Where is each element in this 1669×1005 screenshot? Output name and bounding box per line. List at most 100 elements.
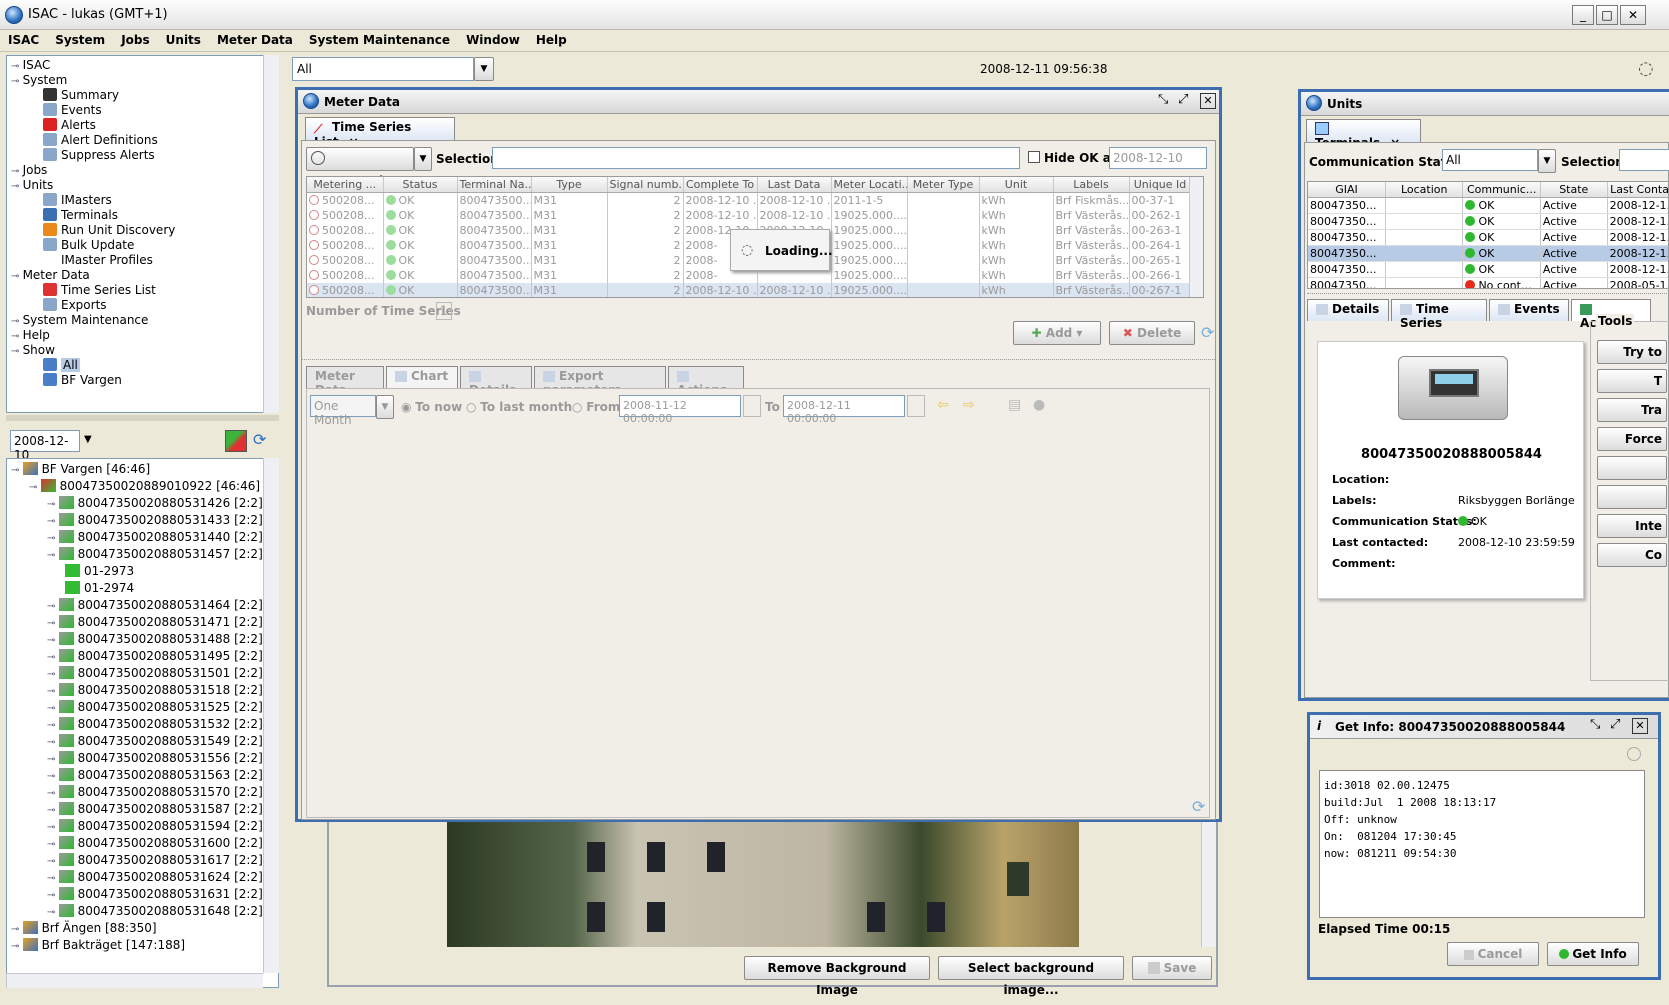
select-background-button[interactable]: Select background image... (938, 956, 1124, 997)
tree-toggle-icon[interactable]: ⊸ (47, 720, 59, 731)
tree-toggle-icon[interactable]: ⊸ (47, 771, 59, 782)
table-row[interactable]: 500208... OK 800473500... M31 2 2008-12-10 ..… (307, 192, 1192, 208)
tree-toggle-icon[interactable]: ⊸ (11, 346, 23, 357)
menu-system-maintenance[interactable]: System Maintenance (301, 30, 458, 47)
chevron-down-icon[interactable]: ▼ (1538, 149, 1556, 173)
menu-window[interactable]: Window (458, 30, 528, 47)
nav-item[interactable]: Alerts (43, 117, 96, 133)
tool-button[interactable]: Try to (1597, 340, 1667, 364)
comm-status-select[interactable]: All (1442, 149, 1538, 171)
tree-node[interactable]: ⊸ 80047350020880531495 [2:2] (47, 648, 263, 664)
nav-item[interactable]: IMaster Profiles (43, 252, 153, 268)
menu-jobs[interactable]: Jobs (113, 30, 157, 47)
nav-item[interactable]: Suppress Alerts (43, 147, 155, 163)
save-button[interactable]: Save (1132, 956, 1212, 980)
table-row[interactable]: 80047350... No cont...Active2008-05-1... (1308, 277, 1668, 288)
units-titlebar[interactable]: Units (1301, 92, 1669, 116)
tree-toggle-icon[interactable]: ⊸ (47, 822, 59, 833)
column-header[interactable]: Location (1385, 182, 1464, 198)
remove-background-button[interactable]: Remove Background Image (744, 956, 930, 997)
hide-ok-date[interactable]: 2008-12-10 (1109, 147, 1207, 169)
tree-toggle-icon[interactable]: ⊸ (47, 516, 59, 527)
nav-item[interactable]: ⊸ Help (11, 327, 50, 343)
tree-node[interactable]: ⊸ 80047350020880531631 [2:2] (47, 886, 263, 902)
column-header[interactable]: Signal numb... (607, 177, 684, 193)
tree-node[interactable]: ⊸ 80047350020880531525 [2:2] (47, 699, 263, 715)
image-scrollbar[interactable] (1201, 822, 1216, 947)
refresh-icon[interactable]: ⟳ (1192, 797, 1205, 816)
chevron-down-icon[interactable]: ▼ (376, 395, 394, 419)
close-icon[interactable]: ✕ (1632, 718, 1648, 734)
nav-item[interactable]: Time Series List (43, 282, 156, 298)
delete-button[interactable]: ✖ Delete (1109, 321, 1195, 345)
table-row[interactable]: 80047350... OKActive2008-12-1... (1308, 197, 1668, 214)
tree-toggle-icon[interactable]: ⊸ (47, 788, 59, 799)
tree-node[interactable]: ⊸ 80047350020880531501 [2:2] (47, 665, 263, 681)
arrow-right-icon[interactable]: ⇨ (963, 397, 975, 413)
tree-toggle-icon[interactable]: ⊸ (47, 907, 59, 918)
selection-input[interactable] (492, 147, 1020, 169)
column-header[interactable]: Last Conta... (1607, 182, 1668, 198)
tree-toggle-icon[interactable]: ⊸ (29, 482, 41, 493)
column-header[interactable]: Meter Locati... (831, 177, 908, 193)
view-filter-select[interactable]: All (292, 57, 474, 81)
tree-toggle-icon[interactable]: ⊸ (47, 873, 59, 884)
column-header[interactable]: Communic... (1462, 182, 1541, 198)
tool-button[interactable] (1597, 456, 1667, 480)
menu-units[interactable]: Units (158, 30, 209, 47)
nav-item[interactable]: Alert Definitions (43, 132, 158, 148)
tree-toggle-icon[interactable]: ⊸ (47, 635, 59, 646)
column-header[interactable]: Status (383, 177, 458, 193)
tree-node[interactable]: ⊸ 80047350020880531624 [2:2] (47, 869, 263, 885)
close-button[interactable]: ✕ (1620, 5, 1646, 25)
tree-node[interactable]: ⊸ 80047350020880531518 [2:2] (47, 682, 263, 698)
minimize-icon[interactable]: ⤡ (1590, 717, 1600, 732)
add-button[interactable]: ✚ Add ▾ (1013, 321, 1101, 345)
nav-item[interactable]: Terminals (43, 207, 118, 223)
units-selection-input[interactable] (1619, 149, 1669, 171)
tree-toggle-icon[interactable]: ⊸ (47, 805, 59, 816)
table-row[interactable]: 80047350... OKActive2008-12-1... (1308, 261, 1668, 278)
tool-button[interactable]: Force (1597, 427, 1667, 451)
tree-toggle-icon[interactable]: ⊸ (11, 924, 23, 935)
tree-toggle-icon[interactable]: ⊸ (47, 499, 59, 510)
tree-toggle-icon[interactable]: ⊸ (11, 61, 23, 72)
table-row[interactable]: 500208... OK 800473500... M31 2 2008-12-10 ..… (307, 283, 1192, 297)
chevron-down-icon[interactable]: ▼ (84, 434, 92, 445)
maximize-icon[interactable]: ⤢ (1610, 717, 1620, 732)
minimize-button[interactable]: _ (1572, 5, 1594, 25)
nav-item[interactable]: BF Vargen (43, 372, 122, 388)
menu-meter-data[interactable]: Meter Data (209, 30, 301, 47)
table-row[interactable]: 80047350... OKActive2008-12-1... (1308, 245, 1668, 262)
tree-toggle-icon[interactable]: ⊸ (11, 181, 23, 192)
tree-toggle-icon[interactable]: ⊸ (47, 652, 59, 663)
nav-item[interactable]: ⊸ Jobs (11, 162, 47, 178)
tree-toggle-icon[interactable]: ⊸ (47, 550, 59, 561)
nav-item[interactable]: Run Unit Discovery (43, 222, 175, 238)
tree-toggle-icon[interactable]: ⊸ (11, 316, 23, 327)
menu-help[interactable]: Help (528, 30, 575, 47)
tree-scrollbar[interactable] (263, 458, 279, 973)
tab-time-series[interactable]: Time Series (1391, 299, 1487, 330)
tool-button[interactable]: Inte (1597, 514, 1667, 538)
tree-toggle-icon[interactable]: ⊸ (47, 737, 59, 748)
tab-details[interactable]: Details (460, 366, 532, 397)
tree-toggle-icon[interactable]: ⊸ (47, 890, 59, 901)
column-header[interactable]: Labels (1053, 177, 1130, 193)
nav-item[interactable]: Summary (43, 87, 119, 103)
nav-item[interactable]: IMasters (43, 192, 112, 208)
nav-item[interactable]: ⊸ Show (11, 342, 55, 358)
tree-node[interactable]: ⊸ 80047350020880531464 [2:2] (47, 597, 263, 613)
tree-hscrollbar[interactable] (6, 973, 263, 988)
tab-terminals[interactable]: Terminals× (1306, 119, 1421, 150)
nav-item[interactable]: ⊸ System Maintenance (11, 312, 148, 328)
filter-status-icon[interactable] (225, 430, 247, 452)
tree-node[interactable]: ⊸ 80047350020880531440 [2:2] (47, 529, 263, 545)
tree-node[interactable]: ⊸ 80047350020880531488 [2:2] (47, 631, 263, 647)
tree-node[interactable]: ⊸ Brf Ängen [88:350] (11, 920, 157, 936)
tree-toggle-icon[interactable]: ⊸ (47, 601, 59, 612)
tab-export-parameters[interactable]: Export parameters (534, 366, 666, 397)
column-header[interactable]: Meter Type (907, 177, 980, 193)
tree-node[interactable]: ⊸ 80047350020880531594 [2:2] (47, 818, 263, 834)
tree-toggle-icon[interactable]: ⊸ (11, 271, 23, 282)
